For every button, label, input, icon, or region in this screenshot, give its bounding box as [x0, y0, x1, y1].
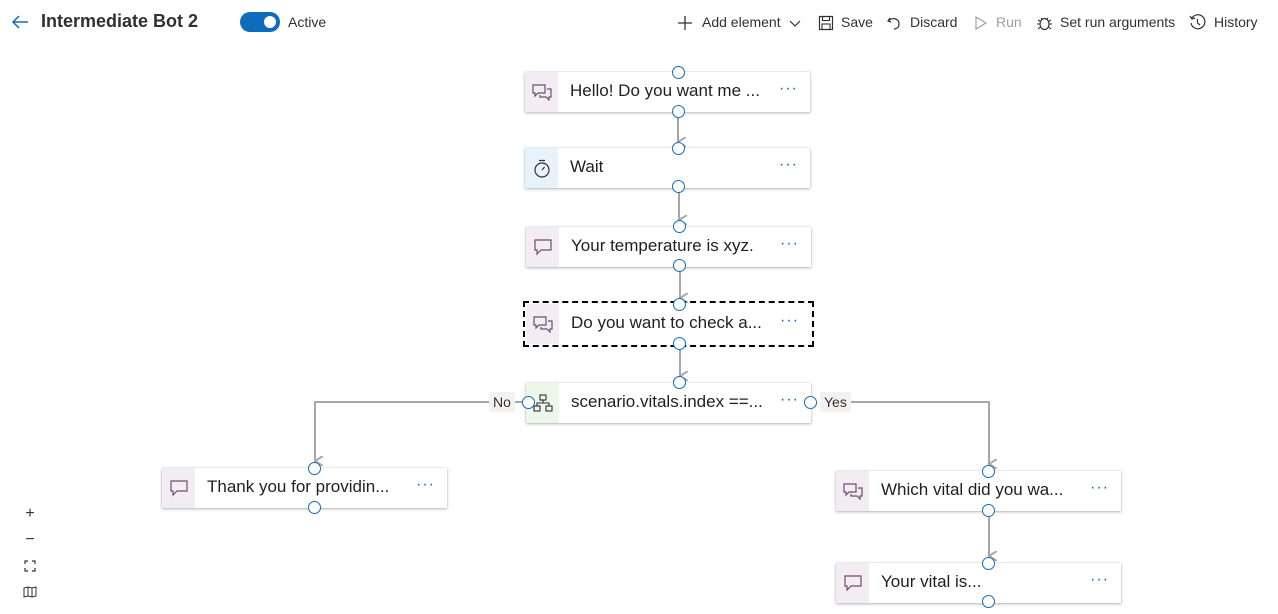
fit-view-button[interactable]: [17, 553, 43, 579]
node-text: scenario.vitals.index ==...: [571, 392, 763, 411]
message-node-your-vital[interactable]: Your vital is... ···: [836, 563, 1121, 603]
run-label: Run: [996, 14, 1022, 30]
bug-icon: [1037, 17, 1052, 31]
add-element-button[interactable]: Add element: [677, 14, 802, 34]
output-port[interactable]: [308, 501, 321, 514]
branch-label-no: No: [489, 392, 515, 412]
input-port[interactable]: [982, 557, 995, 570]
branch-label-yes: Yes: [820, 392, 851, 412]
chevron-down-icon: [789, 20, 801, 27]
node-text: Your vital is...: [881, 572, 982, 591]
minimap-button[interactable]: [17, 579, 43, 605]
add-icon: [678, 16, 692, 30]
no-branch-port[interactable]: [522, 396, 535, 409]
timer-icon: [525, 148, 558, 188]
set-run-arguments-button[interactable]: Set run arguments: [1036, 14, 1176, 34]
node-text: Which vital did you wa...: [881, 480, 1064, 499]
more-options-button[interactable]: ···: [1090, 571, 1109, 589]
history-button[interactable]: History: [1189, 14, 1261, 34]
discard-button[interactable]: Discard: [886, 14, 958, 34]
input-port[interactable]: [673, 376, 686, 389]
question-node-which-vital[interactable]: Which vital did you wa... ···: [836, 471, 1121, 511]
node-text: Hello! Do you want me ...: [570, 81, 760, 100]
input-port[interactable]: [673, 220, 686, 233]
output-port[interactable]: [672, 180, 685, 193]
back-arrow-icon[interactable]: [8, 10, 32, 34]
node-text: Thank you for providin...: [207, 477, 390, 496]
message-icon: [526, 227, 559, 267]
discard-label: Discard: [910, 14, 958, 30]
play-icon: [975, 15, 988, 31]
active-toggle[interactable]: [240, 12, 280, 32]
more-options-button[interactable]: ···: [780, 391, 799, 409]
question-node-check[interactable]: Do you want to check a... ···: [523, 301, 814, 347]
chat-icon: [525, 72, 558, 112]
input-port[interactable]: [308, 462, 321, 475]
set-run-arguments-label: Set run arguments: [1060, 14, 1176, 30]
toggle-knob: [264, 16, 276, 28]
zoom-out-button[interactable]: −: [17, 527, 43, 553]
page-title: Intermediate Bot 2: [41, 11, 199, 31]
run-button[interactable]: Run: [974, 14, 1022, 34]
wait-node[interactable]: Wait ···: [525, 148, 810, 188]
input-port[interactable]: [673, 298, 686, 311]
zoom-controls: + −: [17, 501, 43, 605]
more-options-button[interactable]: ···: [779, 156, 798, 174]
toggle-label: Active: [288, 14, 327, 30]
zoom-in-button[interactable]: +: [17, 501, 43, 527]
input-port[interactable]: [672, 66, 685, 79]
save-icon: [818, 15, 834, 31]
node-text: Do you want to check a...: [571, 313, 762, 332]
chat-icon: [526, 304, 559, 344]
more-options-button[interactable]: ···: [780, 312, 799, 330]
more-options-button[interactable]: ···: [1090, 479, 1109, 497]
output-port[interactable]: [982, 504, 995, 517]
input-port[interactable]: [982, 465, 995, 478]
yes-branch-port[interactable]: [804, 396, 817, 409]
history-icon: [1189, 14, 1206, 30]
save-button[interactable]: Save: [818, 14, 873, 34]
output-port[interactable]: [673, 259, 686, 272]
message-node-hello[interactable]: Hello! Do you want me ... ···: [525, 72, 810, 112]
condition-node[interactable]: scenario.vitals.index ==... ···: [526, 383, 811, 423]
output-port[interactable]: [672, 105, 685, 118]
add-element-label: Add element: [702, 14, 781, 30]
flow-canvas[interactable]: Hello! Do you want me ... ··· Wait ··· Y…: [0, 46, 1278, 614]
message-icon: [162, 468, 195, 508]
more-options-button[interactable]: ···: [779, 80, 798, 98]
save-label: Save: [841, 14, 873, 30]
output-port[interactable]: [982, 595, 995, 608]
more-options-button[interactable]: ···: [416, 476, 435, 494]
more-options-button[interactable]: ···: [780, 235, 799, 253]
chat-icon: [836, 471, 869, 511]
history-label: History: [1214, 14, 1258, 30]
top-bar: Intermediate Bot 2 Active Add element Sa…: [0, 0, 1278, 46]
edge-yes: [847, 401, 989, 464]
node-text: Wait: [570, 157, 604, 176]
message-node-thank-you[interactable]: Thank you for providin... ···: [162, 468, 447, 508]
message-icon: [836, 563, 869, 603]
map-icon: [23, 586, 37, 598]
input-port[interactable]: [672, 142, 685, 155]
undo-icon: [887, 17, 900, 30]
message-node-temperature[interactable]: Your temperature is xyz. ···: [526, 227, 811, 267]
node-text: Your temperature is xyz.: [571, 236, 754, 255]
output-port[interactable]: [673, 337, 686, 350]
fit-view-icon: [24, 560, 36, 572]
